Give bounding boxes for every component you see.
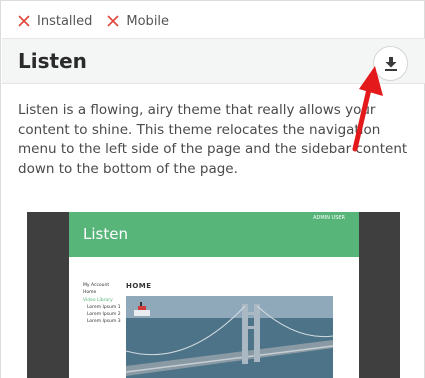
close-icon [18,15,30,27]
red-pointer-arrow [352,66,383,152]
preview-nav-item: Lorem Ipsum 2 [87,312,121,318]
theme-card: Installed Mobile Listen Listen is a flow… [0,0,425,378]
preview-nav-item: Lorem Ipsum 3 [87,319,121,325]
theme-screenshot: Listen ADMIN USER My Account Home Video … [27,212,400,378]
preview-nav-item: Home [83,290,97,296]
preview-site: Listen ADMIN USER My Account Home Video … [69,212,359,378]
preview-admin-label: ADMIN USER [313,215,345,221]
tag-mobile: Mobile [107,14,169,29]
preview-nav-item: My Account [83,283,110,288]
tag-label: Mobile [126,13,170,29]
download-icon [385,57,397,71]
tag-list: Installed Mobile [18,12,184,30]
preview-page-heading: HOME [126,282,152,290]
preview-header: Listen ADMIN USER [69,212,359,257]
preview-nav-item: Video Library [83,297,113,303]
preview-nav-item: Lorem Ipsum 1 [87,304,121,310]
preview-nav: My Account Home Video Library Lorem Ipsu… [83,282,121,326]
preview-bridge-photo [126,296,333,378]
tag-installed: Installed [18,14,92,29]
tag-label: Installed [37,13,93,29]
preview-site-title: Listen [83,225,128,243]
bridge-illustration [126,296,333,378]
theme-title: Listen [18,49,87,73]
close-icon [107,15,119,27]
